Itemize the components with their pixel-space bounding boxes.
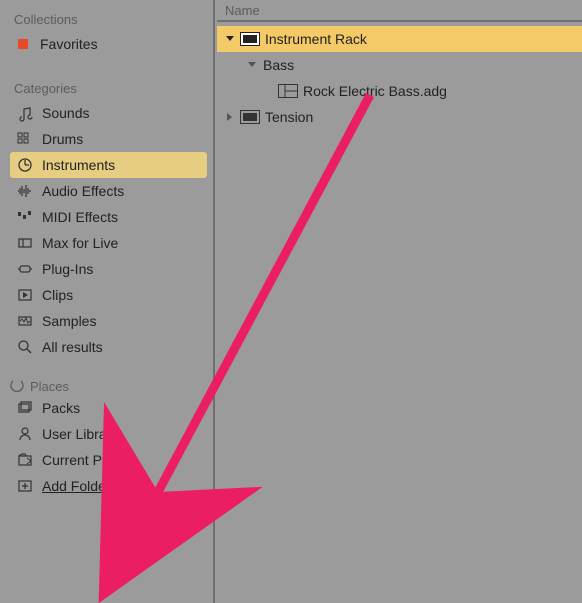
places-toggle-icon[interactable] — [10, 378, 24, 395]
plug-ins-icon — [16, 261, 34, 277]
tree-item-tension[interactable]: Tension — [217, 104, 582, 130]
categories-header: Categories — [10, 75, 213, 100]
category-sounds[interactable]: Sounds — [10, 100, 213, 126]
tree-item-instrument-rack[interactable]: Instrument Rack — [217, 26, 582, 52]
item-label: Clips — [42, 287, 73, 303]
category-audio-effects[interactable]: Audio Effects — [10, 178, 213, 204]
item-label: Samples — [42, 313, 96, 329]
content-panel: Name Instrument Rack Bass Rock Electric … — [217, 0, 582, 603]
browser-tree: Instrument Rack Bass Rock Electric Bass.… — [217, 22, 582, 130]
favorites-item[interactable]: Favorites — [10, 31, 213, 57]
item-label: Sounds — [42, 105, 89, 121]
tree-item-label: Rock Electric Bass.adg — [303, 83, 447, 99]
packs-icon — [16, 400, 34, 416]
instruments-icon — [16, 157, 34, 173]
item-label: Packs — [42, 400, 80, 416]
rack-icon — [241, 32, 259, 46]
search-icon — [16, 339, 34, 355]
user-library-icon — [16, 426, 34, 442]
rack-icon — [241, 110, 259, 124]
favorites-color-icon — [18, 39, 28, 49]
item-label: Drums — [42, 131, 83, 147]
item-label: MIDI Effects — [42, 209, 118, 225]
item-label: Audio Effects — [42, 183, 124, 199]
current-project-icon — [16, 452, 34, 468]
category-drums[interactable]: Drums — [10, 126, 213, 152]
disclosure-down-icon[interactable] — [225, 34, 235, 44]
place-user-library[interactable]: User Library — [10, 421, 213, 447]
sidebar: Collections Favorites Categories Sounds … — [0, 0, 215, 603]
device-preset-icon — [279, 84, 297, 98]
tree-item-label: Tension — [265, 109, 313, 125]
samples-icon — [16, 313, 34, 329]
note-icon — [16, 105, 34, 121]
tree-item-label: Bass — [263, 57, 294, 73]
item-label: Add Folder... — [42, 478, 121, 494]
place-add-folder[interactable]: Add Folder... — [10, 473, 213, 499]
category-instruments[interactable]: Instruments — [10, 152, 207, 178]
name-column-header[interactable]: Name — [217, 0, 582, 22]
place-packs[interactable]: Packs — [10, 395, 213, 421]
category-max-for-live[interactable]: Max for Live — [10, 230, 213, 256]
disclosure-down-icon[interactable] — [247, 60, 257, 70]
tree-item-rock-bass[interactable]: Rock Electric Bass.adg — [217, 78, 582, 104]
drums-icon — [16, 131, 34, 147]
category-midi-effects[interactable]: MIDI Effects — [10, 204, 213, 230]
clips-icon — [16, 287, 34, 303]
item-label: Max for Live — [42, 235, 118, 251]
item-label: Plug-Ins — [42, 261, 93, 277]
item-label: Instruments — [42, 157, 115, 173]
category-plug-ins[interactable]: Plug-Ins — [10, 256, 213, 282]
places-header: Places — [30, 379, 69, 394]
item-label: All results — [42, 339, 103, 355]
audio-effects-icon — [16, 183, 34, 199]
midi-effects-icon — [16, 209, 34, 225]
item-label: User Library — [42, 426, 118, 442]
favorites-label: Favorites — [40, 36, 98, 52]
category-clips[interactable]: Clips — [10, 282, 213, 308]
disclosure-right-icon[interactable] — [225, 112, 235, 122]
tree-item-label: Instrument Rack — [265, 31, 367, 47]
category-samples[interactable]: Samples — [10, 308, 213, 334]
tree-item-bass[interactable]: Bass — [217, 52, 582, 78]
item-label: Current Project — [42, 452, 136, 468]
collections-header: Collections — [10, 6, 213, 31]
place-current-project[interactable]: Current Project — [10, 447, 213, 473]
max-for-live-icon — [16, 235, 34, 251]
category-all-results[interactable]: All results — [10, 334, 213, 360]
add-folder-icon — [16, 478, 34, 494]
